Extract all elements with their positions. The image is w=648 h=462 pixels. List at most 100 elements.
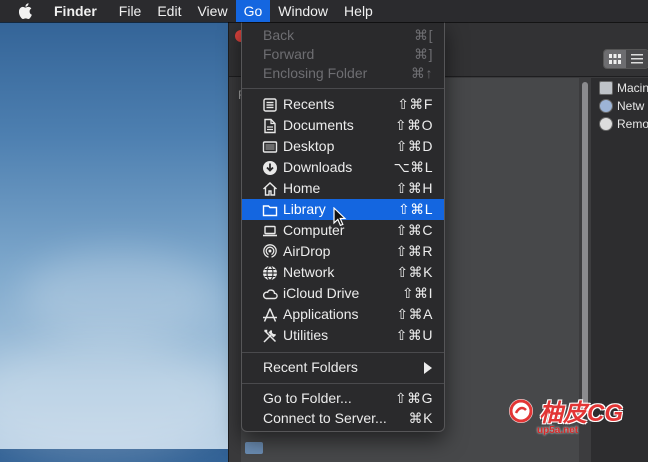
submenu-arrow-icon xyxy=(424,362,432,374)
menu-finder[interactable]: Finder xyxy=(54,0,105,22)
downloads-icon xyxy=(263,161,277,175)
menu-separator xyxy=(242,88,444,89)
home-icon xyxy=(263,182,277,196)
menu-item-go-to-folder[interactable]: Go to Folder... ⇧⌘G xyxy=(242,388,444,409)
menu-item-label: Enclosing Folder xyxy=(263,65,368,81)
menu-item-documents[interactable]: Documents ⇧⌘O xyxy=(242,115,444,136)
menu-item-shortcut: ⌥⌘L xyxy=(393,159,433,175)
menu-file[interactable]: File xyxy=(111,0,150,22)
menu-item-shortcut: ⌘↑ xyxy=(411,65,433,81)
menu-item-shortcut: ⇧⌘C xyxy=(395,222,433,238)
menu-item-label: Downloads xyxy=(283,159,353,175)
icloud-icon xyxy=(262,289,278,300)
menu-item-shortcut: ⌘] xyxy=(414,46,433,62)
menu-item-label: Recent Folders xyxy=(263,359,358,375)
menu-help[interactable]: Help xyxy=(336,0,381,22)
list-icon xyxy=(631,54,643,64)
remote-disc-label: Remo xyxy=(617,117,648,131)
menu-item-downloads[interactable]: Downloads ⌥⌘L xyxy=(242,157,444,178)
menu-item-label: Utilities xyxy=(283,327,329,343)
go-menu: Back ⌘[ Forward ⌘] Enclosing Folder ⌘↑ R… xyxy=(241,22,445,432)
watermark-emblem-icon xyxy=(509,398,533,423)
mouse-cursor-icon xyxy=(333,207,347,227)
menu-item-icloud-drive[interactable]: iCloud Drive ⇧⌘I xyxy=(242,283,444,304)
menu-item-shortcut: ⌘[ xyxy=(414,27,433,43)
menu-item-recents[interactable]: Recents ⇧⌘F xyxy=(242,94,444,115)
menu-item-label: AirDrop xyxy=(283,243,331,259)
icon-view-button[interactable] xyxy=(604,50,626,68)
menu-item-label: Desktop xyxy=(283,138,335,154)
watermark-text: 柚皮CG xyxy=(539,400,623,427)
scrollbar-thumb[interactable] xyxy=(582,82,588,412)
globe-icon xyxy=(599,99,613,113)
network-item[interactable]: Netw xyxy=(599,99,644,113)
network-icon xyxy=(263,265,277,281)
volume-label: Macin xyxy=(617,81,648,95)
network-label: Netw xyxy=(617,99,645,113)
list-view-button[interactable] xyxy=(626,50,648,68)
volume-item[interactable]: Macin xyxy=(599,81,648,95)
menu-item-label: Forward xyxy=(263,46,315,62)
menu-item-shortcut: ⇧⌘L xyxy=(397,201,433,217)
grid-icon xyxy=(609,54,621,64)
menu-item-connect-to-server[interactable]: Connect to Server... ⌘K xyxy=(242,408,444,429)
remote-disc-item[interactable]: Remo xyxy=(599,117,648,131)
utilities-icon xyxy=(263,329,277,343)
menu-item-back: Back ⌘[ xyxy=(242,25,444,46)
airdrop-icon xyxy=(263,244,277,259)
menu-item-forward: Forward ⌘] xyxy=(242,44,444,65)
desktop-icon xyxy=(262,141,278,153)
folder-icon xyxy=(245,442,263,454)
menu-item-desktop[interactable]: Desktop ⇧⌘D xyxy=(242,136,444,157)
partial-row xyxy=(245,442,263,454)
menu-item-label: Back xyxy=(263,27,295,43)
computer-icon xyxy=(263,225,277,237)
menu-item-shortcut: ⇧⌘F xyxy=(397,96,433,112)
menu-item-network[interactable]: Network ⇧⌘K xyxy=(242,262,444,283)
applications-icon xyxy=(263,308,277,322)
menu-item-recent-folders[interactable]: Recent Folders xyxy=(242,357,444,378)
menu-bar: Finder File Edit View Go Window Help xyxy=(0,0,648,22)
menu-item-shortcut: ⇧⌘R xyxy=(395,243,433,259)
menu-item-label: Connect to Server... xyxy=(263,410,387,426)
menu-item-shortcut: ⇧⌘I xyxy=(401,285,433,301)
documents-icon xyxy=(264,118,276,134)
menu-go[interactable]: Go xyxy=(235,0,271,22)
menu-separator xyxy=(242,352,444,353)
menu-item-airdrop[interactable]: AirDrop ⇧⌘R xyxy=(242,241,444,262)
apple-menu-icon[interactable] xyxy=(19,3,33,19)
menu-item-shortcut: ⇧⌘K xyxy=(396,264,433,280)
desktop-cloud xyxy=(0,340,230,460)
menu-item-shortcut: ⇧⌘O xyxy=(394,117,433,133)
menu-item-label: Library xyxy=(283,201,326,217)
menu-item-label: Recents xyxy=(283,96,335,112)
watermark-logo: 柚皮CG up5a.net xyxy=(507,393,623,436)
menu-separator xyxy=(242,383,444,384)
menu-item-label: Home xyxy=(283,180,321,196)
menu-item-applications[interactable]: Applications ⇧⌘A xyxy=(242,304,444,325)
menu-item-shortcut: ⇧⌘U xyxy=(395,327,433,343)
menu-item-label: iCloud Drive xyxy=(283,285,360,301)
recents-icon xyxy=(263,98,277,112)
menu-item-label: Applications xyxy=(283,306,359,322)
menu-item-shortcut: ⇧⌘G xyxy=(394,390,433,406)
disc-icon xyxy=(599,117,613,131)
menu-item-shortcut: ⇧⌘H xyxy=(395,180,433,196)
menu-item-shortcut: ⌘K xyxy=(408,410,433,426)
folder-icon xyxy=(262,205,278,217)
menu-edit[interactable]: Edit xyxy=(149,0,189,22)
menu-item-enclosing-folder: Enclosing Folder ⌘↑ xyxy=(242,63,444,84)
menu-item-label: Documents xyxy=(283,117,354,133)
desktop-cloud xyxy=(20,250,220,340)
menu-window[interactable]: Window xyxy=(270,0,336,22)
menu-item-shortcut: ⇧⌘D xyxy=(395,138,433,154)
view-switcher xyxy=(603,49,648,69)
menu-view[interactable]: View xyxy=(189,0,235,22)
menu-item-utilities[interactable]: Utilities ⇧⌘U xyxy=(242,325,444,346)
menu-item-home[interactable]: Home ⇧⌘H xyxy=(242,178,444,199)
watermark-subtext: up5a.net xyxy=(537,425,579,436)
menu-item-label: Network xyxy=(283,264,335,280)
menu-item-label: Go to Folder... xyxy=(263,390,352,406)
menu-item-shortcut: ⇧⌘A xyxy=(396,306,433,322)
disk-icon xyxy=(599,81,613,95)
